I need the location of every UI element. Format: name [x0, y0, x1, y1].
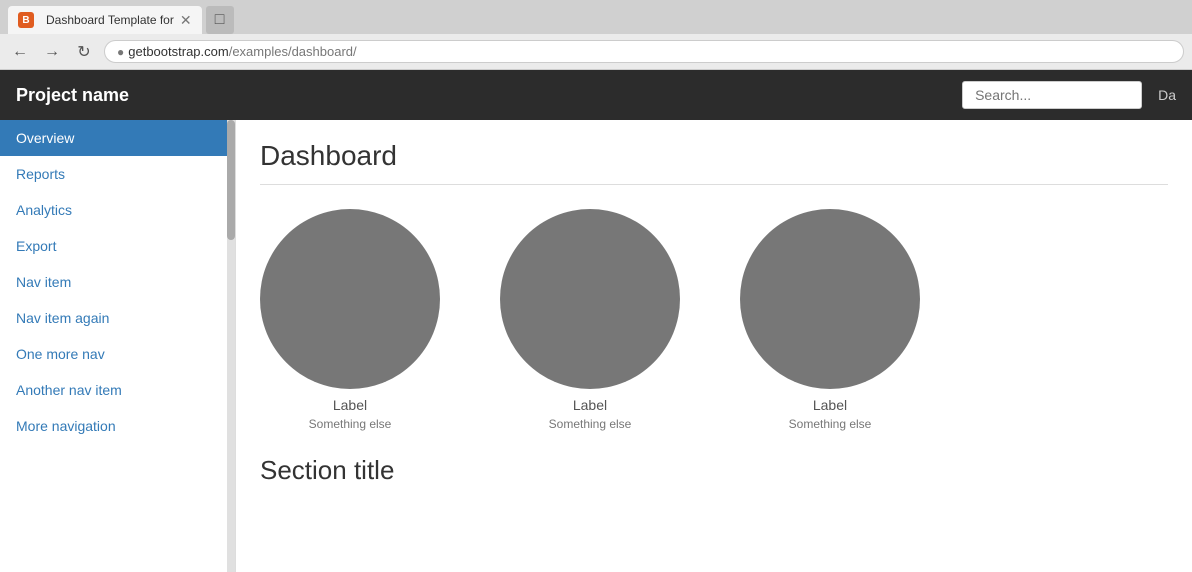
navbar-link[interactable]: Da — [1158, 87, 1176, 103]
sidebar-item-reports[interactable]: Reports — [0, 156, 235, 192]
browser-window: B Dashboard Template for ✕ □ ← → ↻ ● get… — [0, 0, 1192, 70]
sidebar-scrollbar[interactable] — [227, 120, 235, 572]
sidebar-item-overview[interactable]: Overview — [0, 120, 235, 156]
sidebar-item-analytics[interactable]: Analytics — [0, 192, 235, 228]
browser-tab-bar: B Dashboard Template for ✕ □ — [0, 0, 1192, 34]
tab-close-button[interactable]: ✕ — [180, 12, 192, 29]
tab-title: Dashboard Template for — [46, 13, 174, 27]
sidebar-scrollbar-thumb — [227, 120, 235, 240]
brand-name: Project name — [16, 85, 962, 106]
chart-circle-1 — [260, 209, 440, 389]
back-button[interactable]: ← — [8, 40, 32, 64]
address-domain: getbootstrap.com — [128, 44, 228, 59]
sidebar-item-navitem[interactable]: Nav item — [0, 264, 235, 300]
address-path: /examples/dashboard/ — [229, 44, 357, 59]
main-content: Dashboard Label Something else Label Som… — [236, 120, 1192, 572]
address-bar[interactable]: ● getbootstrap.com/examples/dashboard/ — [104, 40, 1184, 63]
chart-item-2: Label Something else — [500, 209, 680, 431]
sidebar-item-one-more-nav[interactable]: One more nav — [0, 336, 235, 372]
title-divider — [260, 184, 1168, 185]
tab-favicon: B — [18, 12, 34, 28]
search-input[interactable] — [962, 81, 1142, 109]
chart-sublabel-2: Something else — [549, 417, 632, 431]
sidebar: Overview Reports Analytics Export Nav it… — [0, 120, 236, 572]
charts-row: Label Something else Label Something els… — [260, 209, 1168, 431]
app-container: Project name Da Overview Reports Analyti… — [0, 70, 1192, 572]
main-layout: Overview Reports Analytics Export Nav it… — [0, 120, 1192, 572]
reload-button[interactable]: ↻ — [72, 40, 96, 64]
page-title: Dashboard — [260, 140, 1168, 172]
new-tab-icon: □ — [215, 11, 225, 29]
sidebar-item-export[interactable]: Export — [0, 228, 235, 264]
lock-icon: ● — [117, 45, 124, 59]
chart-circle-2 — [500, 209, 680, 389]
address-text: getbootstrap.com/examples/dashboard/ — [128, 44, 356, 59]
new-tab-button[interactable]: □ — [206, 6, 234, 34]
chart-sublabel-3: Something else — [789, 417, 872, 431]
chart-label-3: Label — [813, 397, 847, 413]
chart-label-2: Label — [573, 397, 607, 413]
top-navbar: Project name Da — [0, 70, 1192, 120]
sidebar-item-another-nav[interactable]: Another nav item — [0, 372, 235, 408]
forward-button[interactable]: → — [40, 40, 64, 64]
browser-toolbar: ← → ↻ ● getbootstrap.com/examples/dashbo… — [0, 34, 1192, 70]
chart-sublabel-1: Something else — [309, 417, 392, 431]
sidebar-nav: Overview Reports Analytics Export Nav it… — [0, 120, 235, 444]
chart-label-1: Label — [333, 397, 367, 413]
sidebar-item-navitem-again[interactable]: Nav item again — [0, 300, 235, 336]
section-title: Section title — [260, 455, 1168, 486]
sidebar-item-more-navigation[interactable]: More navigation — [0, 408, 235, 444]
chart-item-1: Label Something else — [260, 209, 440, 431]
chart-item-3: Label Something else — [740, 209, 920, 431]
chart-circle-3 — [740, 209, 920, 389]
browser-tab[interactable]: B Dashboard Template for ✕ — [8, 6, 202, 34]
